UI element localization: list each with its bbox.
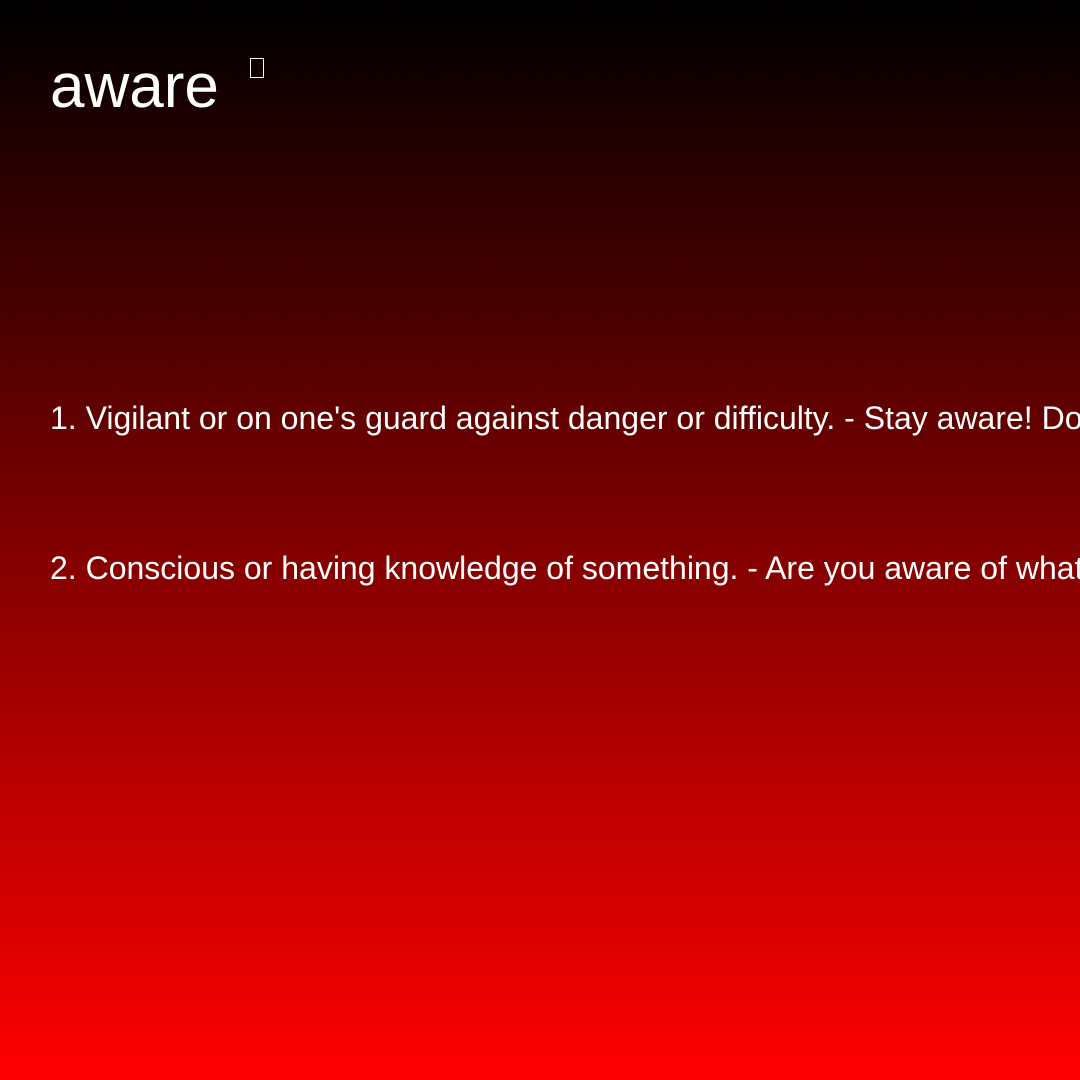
definition-1: 1. Vigilant or on one's guard against da…	[50, 400, 1080, 436]
word-title: aware	[50, 52, 219, 121]
missing-glyph-icon	[249, 58, 264, 78]
word-header: aware	[50, 50, 264, 124]
definition-2: 2. Conscious or having knowledge of some…	[50, 550, 1080, 586]
